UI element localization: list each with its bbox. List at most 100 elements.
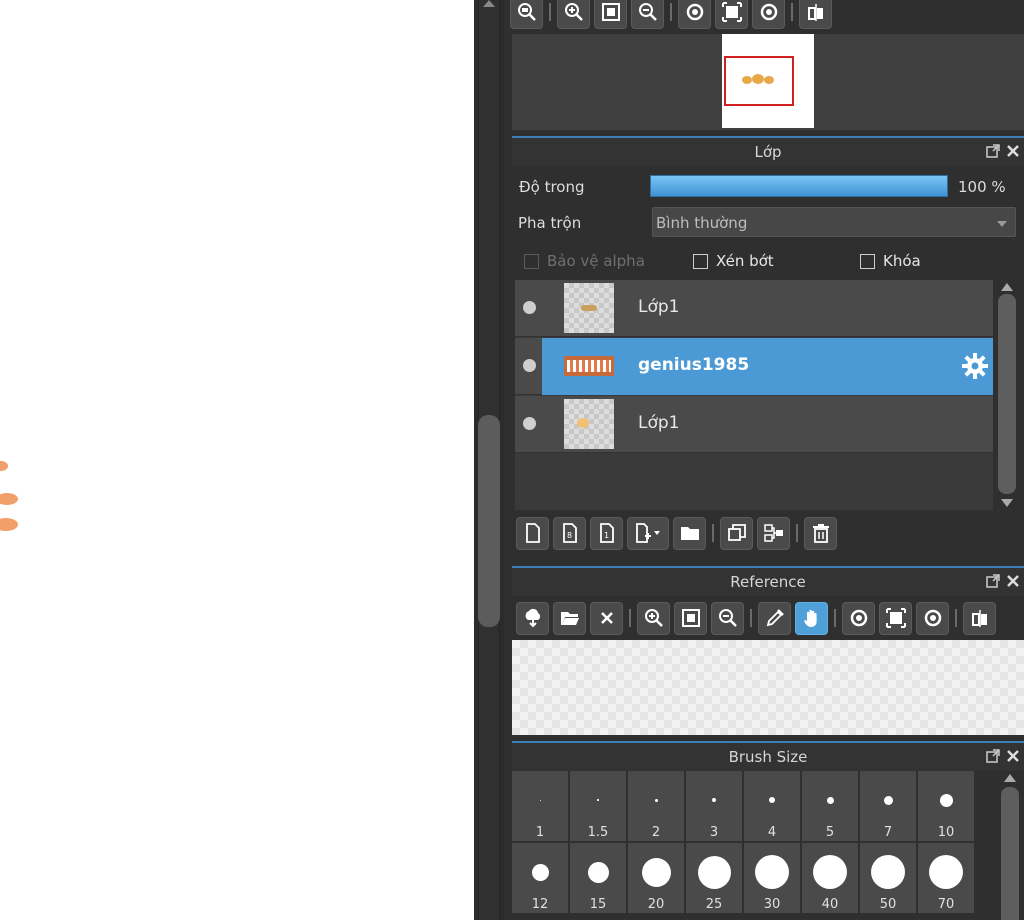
canvas-vertical-scrollbar[interactable] (474, 0, 504, 920)
layer-row[interactable]: Lớp1 (515, 396, 993, 453)
close-icon[interactable] (590, 601, 623, 635)
brush-size-cell[interactable]: 12 (512, 843, 568, 913)
new-1bit-layer-icon[interactable]: 1 (590, 516, 623, 550)
layer-row-selected[interactable]: genius1985 (515, 338, 993, 395)
actual-size-icon[interactable] (879, 601, 912, 635)
flip-icon[interactable] (963, 601, 996, 635)
brush-size-cell[interactable]: 2 (628, 771, 684, 841)
scroll-up-arrow-icon[interactable] (483, 0, 495, 7)
new-halftone-layer-icon[interactable]: 8 (553, 516, 586, 550)
blend-mode-value: Bình thường (656, 214, 748, 232)
hand-icon[interactable] (795, 601, 828, 635)
reference-canvas[interactable] (512, 640, 1024, 735)
zoom-in-icon[interactable] (637, 601, 670, 635)
checkbox-box (860, 253, 875, 269)
actual-size-icon[interactable] (715, 0, 748, 29)
brush-size-cell[interactable]: 15 (570, 843, 626, 913)
layer-thumbnail (564, 283, 614, 333)
navigator-thumbnail (722, 34, 814, 128)
brush-size-cell[interactable]: 3 (686, 771, 742, 841)
brush-size-cell[interactable]: 40 (802, 843, 858, 913)
brush-preview-dot (697, 855, 731, 889)
fit-screen-icon[interactable] (674, 601, 707, 635)
brush-size-cell[interactable]: 50 (860, 843, 916, 913)
zoom-in-icon[interactable] (557, 0, 590, 29)
layer-thumbnail (564, 356, 614, 376)
brush-size-cell[interactable]: 10 (918, 771, 974, 841)
brush-preview-dot (871, 855, 905, 889)
brush-preview-dot (654, 798, 658, 802)
svg-text:8: 8 (567, 531, 572, 540)
close-icon[interactable] (1006, 574, 1020, 588)
brush-size-cell[interactable]: 5 (802, 771, 858, 841)
new-layer-icon[interactable] (516, 516, 549, 550)
clipping-checkbox[interactable]: Xén bớt (693, 252, 774, 270)
scroll-up-arrow-icon[interactable] (1001, 283, 1013, 291)
canvas-artwork-petal (0, 493, 18, 505)
rotate-left-icon[interactable] (842, 601, 875, 635)
gear-icon[interactable] (961, 352, 989, 380)
layer-name: Lớp1 (638, 297, 680, 317)
zoom-out-icon[interactable] (631, 0, 664, 29)
visibility-icon[interactable] (523, 417, 536, 430)
navigator-view-rectangle[interactable] (724, 56, 794, 106)
side-panels: Lớp Độ trong 100 % Pha trộn Bình thường … (504, 0, 1024, 920)
brush-size-cell[interactable]: 1.5 (570, 771, 626, 841)
brush-size-scrollbar[interactable] (996, 771, 1024, 920)
import-icon[interactable] (516, 601, 549, 635)
reference-toolbar (516, 600, 996, 636)
brush-preview-dot (929, 855, 963, 889)
layer-row[interactable]: Lớp1 (515, 280, 993, 337)
svg-text:1: 1 (604, 531, 609, 540)
navigator-preview[interactable] (512, 34, 1024, 130)
brush-size-cell[interactable]: 1 (512, 771, 568, 841)
rotate-left-icon[interactable] (678, 0, 711, 29)
new-folder-icon[interactable] (673, 516, 706, 550)
scroll-thumb[interactable] (478, 415, 500, 627)
brush-size-label: 1 (535, 825, 545, 840)
eyedropper-icon[interactable] (758, 601, 791, 635)
scroll-thumb[interactable] (1001, 787, 1019, 920)
flip-icon[interactable] (799, 0, 832, 29)
brush-size-label: 3 (709, 825, 719, 840)
brush-size-cell[interactable]: 70 (918, 843, 974, 913)
brush-size-label: 10 (937, 825, 955, 840)
popout-icon[interactable] (986, 749, 1000, 763)
zoom-fit-icon[interactable] (510, 0, 543, 29)
add-layer-menu-icon[interactable] (627, 516, 669, 550)
brush-preview-dot (539, 799, 541, 801)
scroll-thumb[interactable] (998, 294, 1016, 494)
popout-icon[interactable] (986, 144, 1000, 158)
rotate-right-icon[interactable] (752, 0, 785, 29)
lock-checkbox[interactable]: Khóa (860, 252, 921, 270)
scroll-up-arrow-icon[interactable] (1004, 774, 1016, 782)
layer-list-scrollbar[interactable] (993, 280, 1021, 510)
rotate-right-icon[interactable] (916, 601, 949, 635)
brush-size-label: 15 (589, 897, 607, 912)
brush-size-cell[interactable]: 30 (744, 843, 800, 913)
drawing-canvas[interactable] (0, 0, 474, 920)
fit-screen-icon[interactable] (594, 0, 627, 29)
visibility-icon[interactable] (523, 359, 536, 372)
brush-size-cell[interactable]: 7 (860, 771, 916, 841)
brush-size-cell[interactable]: 4 (744, 771, 800, 841)
layer-panel-header: Lớp (512, 136, 1024, 166)
opacity-value: 100 % (958, 178, 1006, 196)
duplicate-layer-icon[interactable] (720, 516, 753, 550)
open-folder-icon[interactable] (553, 601, 586, 635)
zoom-out-icon[interactable] (711, 601, 744, 635)
scroll-down-arrow-icon[interactable] (1001, 499, 1013, 507)
opacity-slider[interactable] (650, 175, 948, 197)
brush-size-cell[interactable]: 25 (686, 843, 742, 913)
close-icon[interactable] (1006, 144, 1020, 158)
brush-size-label: 25 (705, 897, 723, 912)
delete-layer-icon[interactable] (804, 516, 837, 550)
close-icon[interactable] (1006, 749, 1020, 763)
popout-icon[interactable] (986, 574, 1000, 588)
layer-list: Lớp1 genius1985 Lớp1 (515, 280, 993, 510)
merge-layer-icon[interactable] (757, 516, 790, 550)
blend-mode-select[interactable]: Bình thường (652, 207, 1016, 237)
brush-size-cell[interactable]: 20 (628, 843, 684, 913)
protect-alpha-checkbox[interactable]: Bảo vệ alpha (524, 252, 645, 270)
visibility-icon[interactable] (523, 301, 536, 314)
